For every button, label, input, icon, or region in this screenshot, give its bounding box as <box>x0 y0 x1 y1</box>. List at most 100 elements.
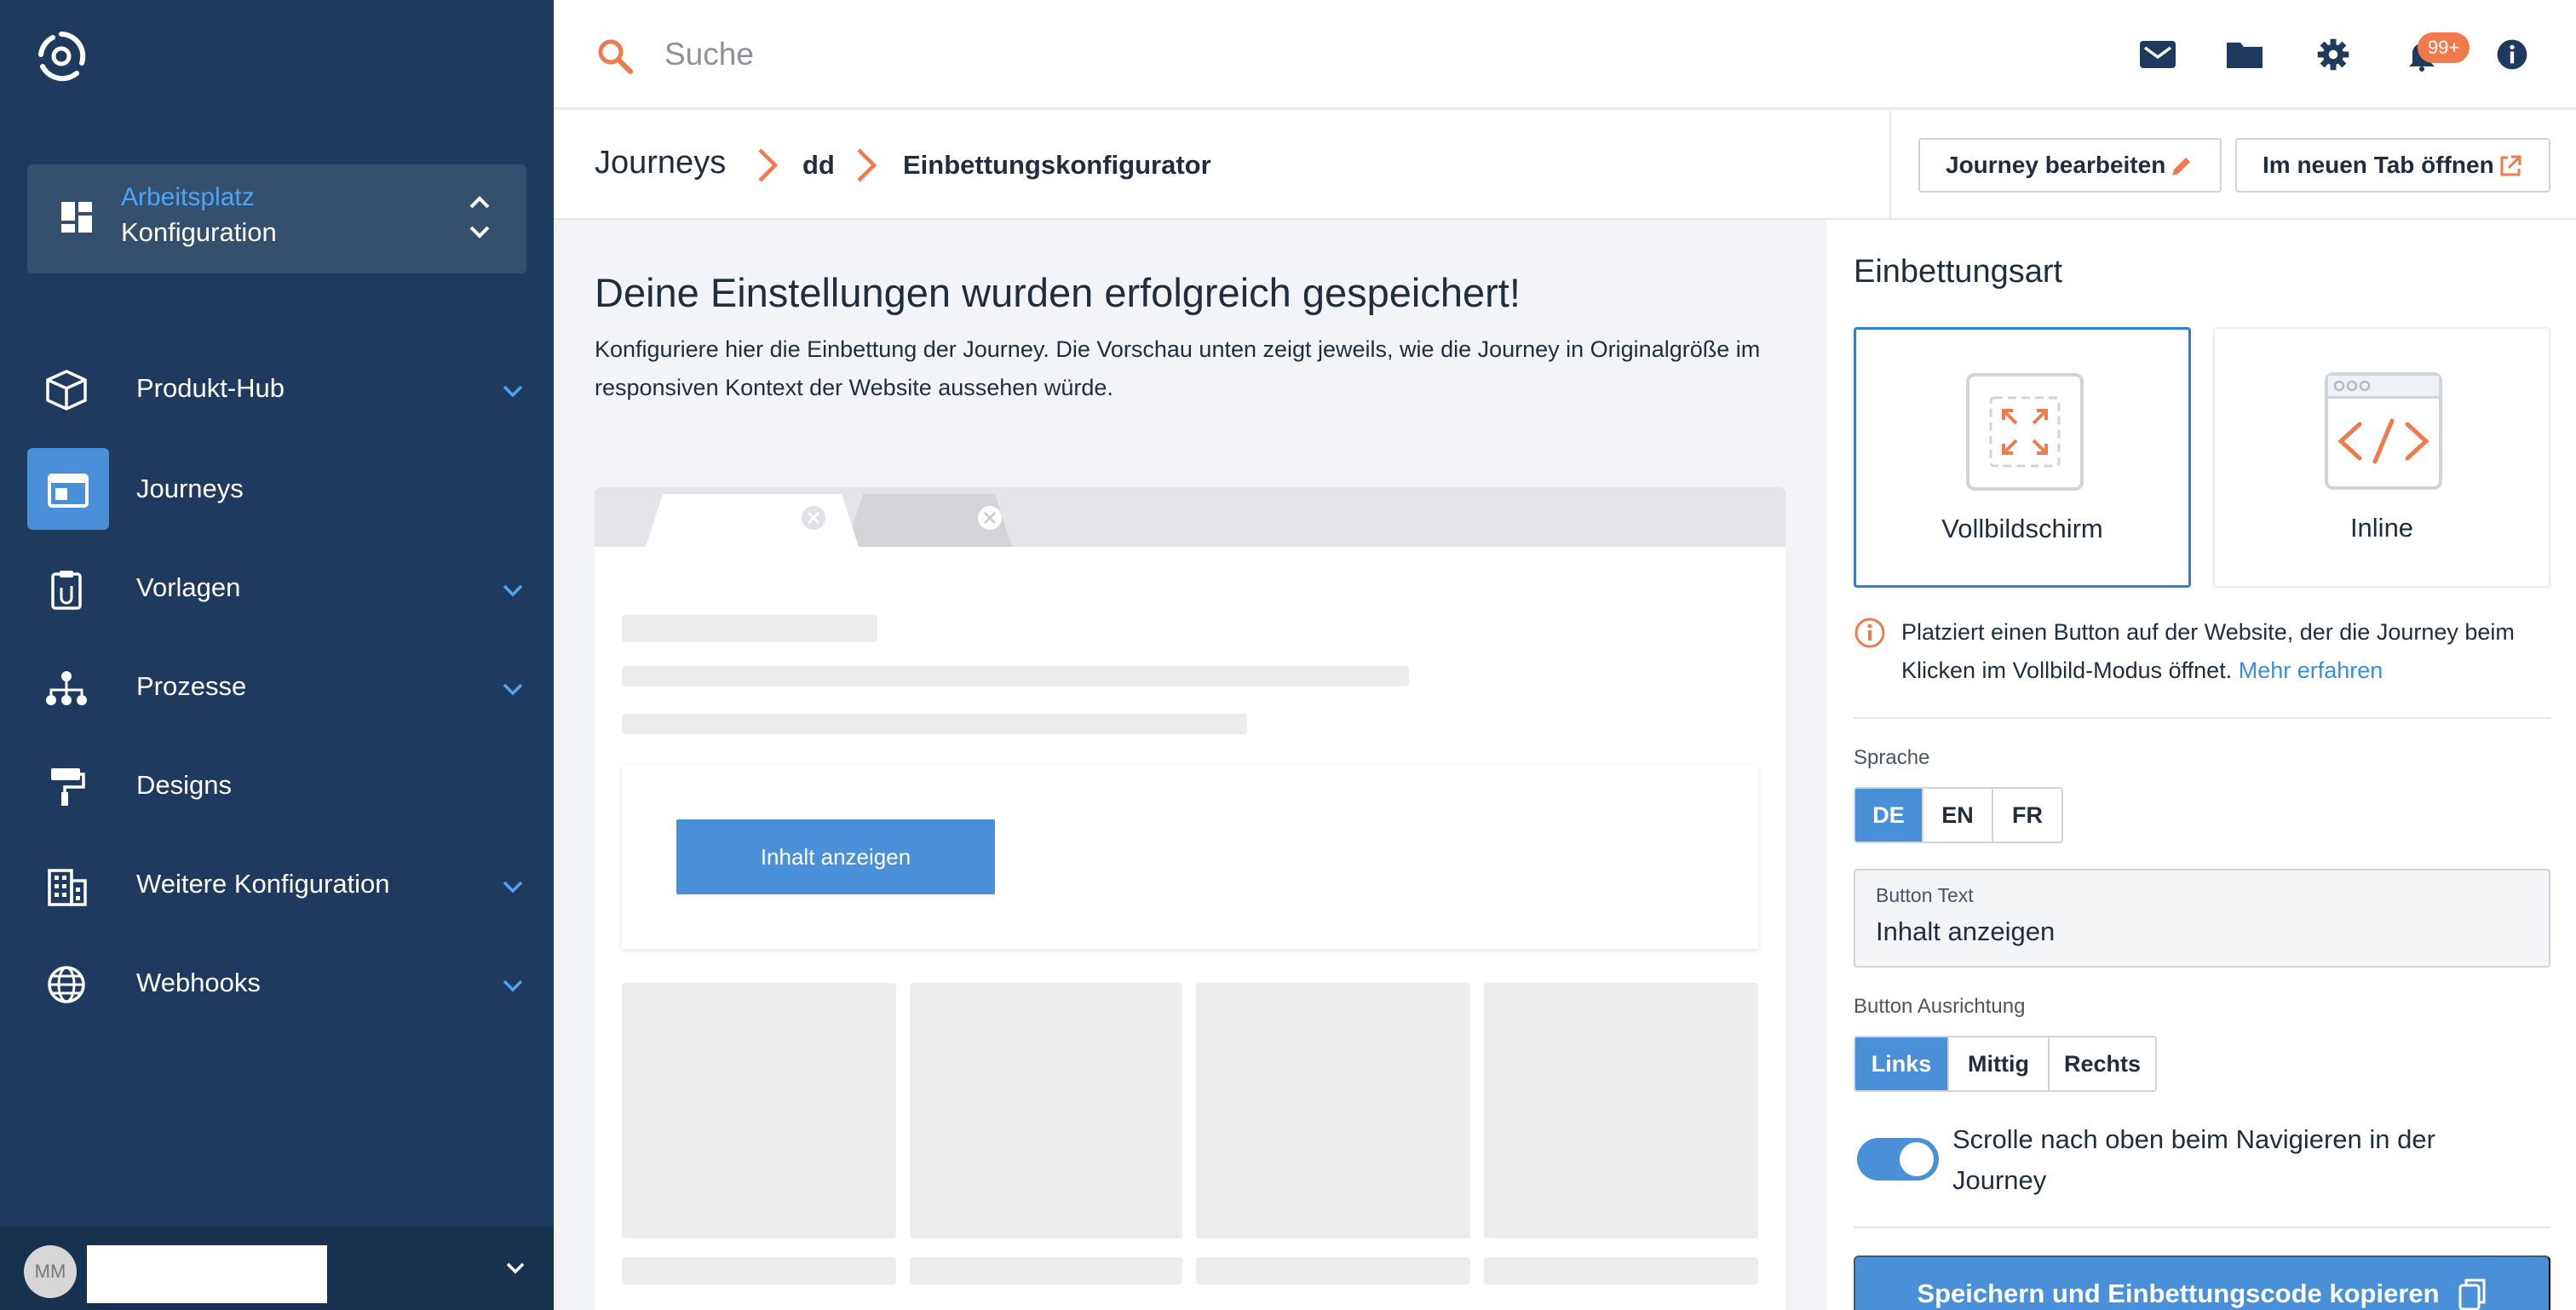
skeleton-block <box>622 983 896 1238</box>
chevron-down-icon <box>503 881 523 893</box>
embed-option-inline[interactable]: Inline <box>2213 327 2550 588</box>
embed-option-label: Inline <box>2349 513 2414 543</box>
code-icon <box>2325 372 2442 490</box>
align-center-button[interactable]: Mittig <box>1949 1037 2050 1090</box>
breadcrumb-dd[interactable]: dd <box>802 150 835 181</box>
app-logo-icon[interactable] <box>34 29 89 83</box>
pencil-icon <box>2172 158 2190 175</box>
globe-icon <box>48 966 85 1003</box>
clipboard-icon <box>51 571 82 610</box>
language-label: Sprache <box>1854 746 1930 769</box>
chevron-right-icon <box>758 148 779 182</box>
breadcrumb-journeys[interactable]: Journeys <box>595 145 726 181</box>
alignment-selector: Links Mittig Rechts <box>1854 1036 2157 1092</box>
skeleton-block <box>1484 983 1758 1238</box>
sidebar-item-designs[interactable]: Designs <box>27 744 526 826</box>
browser-window-icon <box>48 474 89 508</box>
sidebar-item-journeys[interactable]: Journeys <box>27 448 526 530</box>
chevron-down-icon <box>503 683 523 696</box>
workspace-subtitle: Konfiguration <box>121 217 277 247</box>
language-selector: DE EN FR <box>1854 787 2063 843</box>
skeleton-block <box>1196 983 1470 1238</box>
skeleton-block <box>910 983 1182 1238</box>
sidebar-item-produkt-hub[interactable]: Produkt-Hub <box>27 348 526 429</box>
open-new-tab-button[interactable]: Im neuen Tab öffnen <box>2235 138 2550 192</box>
notification-badge: 99+ <box>2418 32 2470 63</box>
button-text-label: Button Text <box>1876 884 1974 906</box>
align-left-button[interactable]: Links <box>1855 1037 1949 1090</box>
paint-roller-icon <box>51 768 85 806</box>
chevron-down-icon <box>503 980 523 992</box>
skeleton-line <box>622 714 1247 734</box>
gear-icon[interactable] <box>2314 37 2353 72</box>
info-circle-icon <box>1854 618 1885 648</box>
scroll-top-toggle[interactable] <box>1857 1138 1939 1181</box>
sidebar: Arbeitsplatz Konfiguration Produkt-Hub J… <box>0 0 554 1310</box>
panel-title: Einbettungsart <box>1854 254 2063 290</box>
page-title: Deine Einstellungen wurden erfolgreich g… <box>595 270 1521 315</box>
search-icon <box>598 39 633 74</box>
sidebar-item-label: Designs <box>136 770 232 800</box>
sidebar-item-label: Prozesse <box>136 671 247 701</box>
chevron-up-down-icon <box>469 196 490 238</box>
breadcrumb-current: Einbettungskonfigurator <box>903 150 1211 180</box>
sidebar-item-label: Webhooks <box>136 968 261 997</box>
workspace-switcher[interactable]: Arbeitsplatz Konfiguration <box>27 164 526 273</box>
skeleton-line <box>622 1257 896 1284</box>
top-bar: 99+ <box>554 0 2576 109</box>
info-icon[interactable] <box>2493 37 2532 72</box>
divider <box>1854 717 2550 719</box>
save-button-label: Speichern und Einbettungscode kopieren <box>1917 1278 2440 1308</box>
skeleton-line <box>1196 1257 1470 1284</box>
preview-card: Inhalt anzeigen <box>622 765 1758 949</box>
copy-icon <box>2458 1278 2486 1310</box>
sidebar-item-weitere-konfiguration[interactable]: Weitere Konfiguration <box>27 843 526 925</box>
sidebar-item-prozesse[interactable]: Prozesse <box>27 646 526 727</box>
preview-browser: Inhalt anzeigen <box>595 487 1785 1310</box>
page-description: Konfiguriere hier die Einbettung der Jou… <box>595 336 1761 400</box>
user-name-redacted <box>87 1245 327 1303</box>
button-text-value[interactable]: Inhalt anzeigen <box>1876 916 2055 947</box>
header-actions: Journey bearbeiten Im neuen Tab öffnen <box>1889 111 2576 220</box>
learn-more-link[interactable]: Mehr erfahren <box>2239 658 2383 683</box>
dashboard-icon <box>61 202 92 233</box>
embed-option-fullscreen[interactable]: Vollbildschirm <box>1854 327 2191 588</box>
fullscreen-icon <box>1966 373 2084 491</box>
preview-tabs <box>646 494 1012 547</box>
folder-icon[interactable] <box>2225 37 2264 72</box>
sidebar-item-label: Journeys <box>136 474 244 503</box>
embed-info-text: Platziert einen Button auf der Website, … <box>1901 613 2552 690</box>
open-new-tab-label: Im neuen Tab öffnen <box>2263 152 2494 178</box>
workspace-title: Arbeitsplatz <box>121 183 255 211</box>
box-icon <box>46 370 87 411</box>
chevron-down-icon <box>503 584 523 597</box>
language-de-button[interactable]: DE <box>1855 789 1923 842</box>
scroll-top-toggle-label: Scrolle nach oben beim Navigieren in der… <box>1952 1124 2435 1195</box>
button-text-field[interactable]: Button Text Inhalt anzeigen <box>1854 869 2550 968</box>
divider <box>1854 1227 2550 1228</box>
mail-icon[interactable] <box>2138 37 2177 72</box>
language-en-button[interactable]: EN <box>1923 789 1993 842</box>
embed-info-description: Platziert einen Button auf der Website, … <box>1901 619 2515 683</box>
sidebar-item-webhooks[interactable]: Webhooks <box>27 942 526 1024</box>
alignment-label: Button Ausrichtung <box>1854 995 2026 1018</box>
search-input[interactable] <box>664 26 1687 83</box>
main-content: Deine Einstellungen wurden erfolgreich g… <box>554 220 1826 1310</box>
user-menu[interactable]: MM <box>0 1227 554 1310</box>
skeleton-line <box>1484 1257 1758 1284</box>
sidebar-item-vorlagen[interactable]: Vorlagen <box>27 547 526 629</box>
building-icon <box>48 869 87 906</box>
save-copy-code-button[interactable]: Speichern und Einbettungscode kopieren <box>1854 1255 2550 1310</box>
embed-config-panel: Einbettungsart Vollbildschirm Inline Pla… <box>1826 220 2576 1310</box>
toggle-knob <box>1900 1142 1934 1176</box>
preview-tab-strip <box>595 487 1785 547</box>
align-right-button[interactable]: Rechts <box>2050 1037 2155 1090</box>
language-fr-button[interactable]: FR <box>1993 789 2061 842</box>
edit-journey-button[interactable]: Journey bearbeiten <box>1918 138 2222 192</box>
breadcrumb: Journeys dd Einbettungskonfigurator <box>554 111 1889 220</box>
hierarchy-icon <box>46 671 87 705</box>
skeleton-line <box>910 1257 1182 1284</box>
embed-option-label: Vollbildschirm <box>1941 514 2103 543</box>
preview-open-button[interactable]: Inhalt anzeigen <box>676 819 995 894</box>
chevron-right-icon <box>857 148 877 182</box>
